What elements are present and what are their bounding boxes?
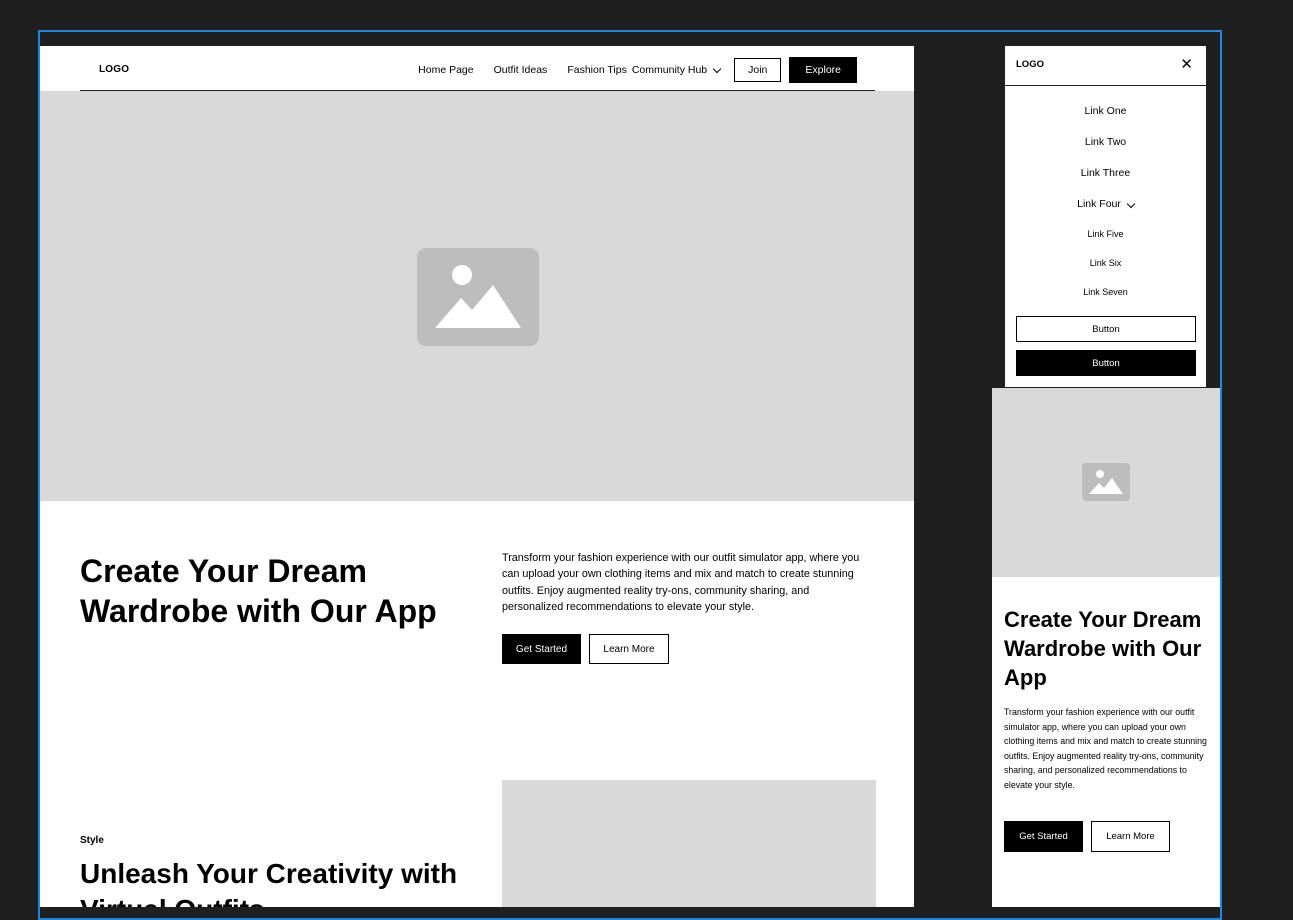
mobile-dropdown-label: Link Four: [1077, 198, 1121, 210]
section-title: Unleash Your Creativity with Virtual Out…: [80, 858, 458, 907]
mobile-link-one[interactable]: Link One: [1005, 105, 1206, 117]
section-image-placeholder: [502, 780, 876, 907]
mobile-menu-header: LOGO ✕: [1005, 46, 1206, 86]
mobile-link-six[interactable]: Link Six: [1005, 258, 1206, 268]
hero-image-placeholder: [40, 91, 914, 501]
mobile-link-five[interactable]: Link Five: [1005, 229, 1206, 239]
chevron-down-icon: [1126, 199, 1136, 209]
nav-dropdown-community-hub[interactable]: Community Hub: [631, 64, 722, 76]
hero-buttons: Get Started Learn More: [502, 634, 669, 664]
nav-link-home[interactable]: Home Page: [418, 64, 473, 76]
mobile-hero-description: Transform your fashion experience with o…: [1004, 707, 1207, 790]
mobile-hero-title: Create Your Dream Wardrobe with Our App: [1004, 607, 1202, 690]
hero-description: Transform your fashion experience with o…: [502, 552, 860, 613]
mobile-menu-button-outline[interactable]: Button: [1016, 316, 1196, 342]
mobile-page: Create Your Dream Wardrobe with Our App …: [992, 388, 1220, 907]
mobile-dropdown-link-four[interactable]: Link Four: [1005, 198, 1206, 210]
mobile-hero-image-placeholder: [992, 388, 1220, 577]
logo[interactable]: LOGO: [99, 64, 129, 75]
image-icon-svg: [1089, 470, 1123, 494]
learn-more-button[interactable]: Learn More: [589, 634, 669, 664]
chevron-down-icon: [712, 64, 722, 73]
mobile-menu: LOGO ✕ Link One Link Two Link Three Link…: [1004, 45, 1207, 388]
mobile-link-two[interactable]: Link Two: [1005, 136, 1206, 148]
image-placeholder-icon: [1082, 463, 1130, 501]
logo[interactable]: LOGO: [1016, 59, 1044, 70]
mobile-menu-button-solid[interactable]: Button: [1016, 350, 1196, 376]
section-tagline: Style: [80, 835, 104, 846]
nav-dropdown-label: Community Hub: [631, 64, 708, 76]
mobile-link-three[interactable]: Link Three: [1005, 167, 1206, 179]
mobile-link-seven[interactable]: Link Seven: [1005, 287, 1206, 297]
nav-links: Home Page Outfit Ideas Fashion Tips Comm…: [418, 57, 857, 83]
navbar: LOGO Home Page Outfit Ideas Fashion Tips…: [80, 48, 875, 91]
close-icon[interactable]: ✕: [1180, 55, 1193, 73]
join-button[interactable]: Join: [734, 58, 782, 82]
image-icon-svg: [435, 265, 521, 328]
desktop-page: Create Your Dream Wardrobe with Our App …: [40, 46, 914, 907]
nav-link-outfit-ideas[interactable]: Outfit Ideas: [494, 64, 548, 76]
nav-link-fashion-tips[interactable]: Fashion Tips: [567, 64, 627, 76]
explore-button[interactable]: Explore: [789, 57, 857, 83]
get-started-button[interactable]: Get Started: [502, 634, 581, 664]
learn-more-button[interactable]: Learn More: [1091, 821, 1170, 852]
mobile-hero-buttons: Get Started Learn More: [1004, 821, 1170, 852]
hero-title: Create Your Dream Wardrobe with Our App: [80, 553, 437, 629]
get-started-button[interactable]: Get Started: [1004, 821, 1083, 852]
image-placeholder-icon: [417, 248, 539, 346]
